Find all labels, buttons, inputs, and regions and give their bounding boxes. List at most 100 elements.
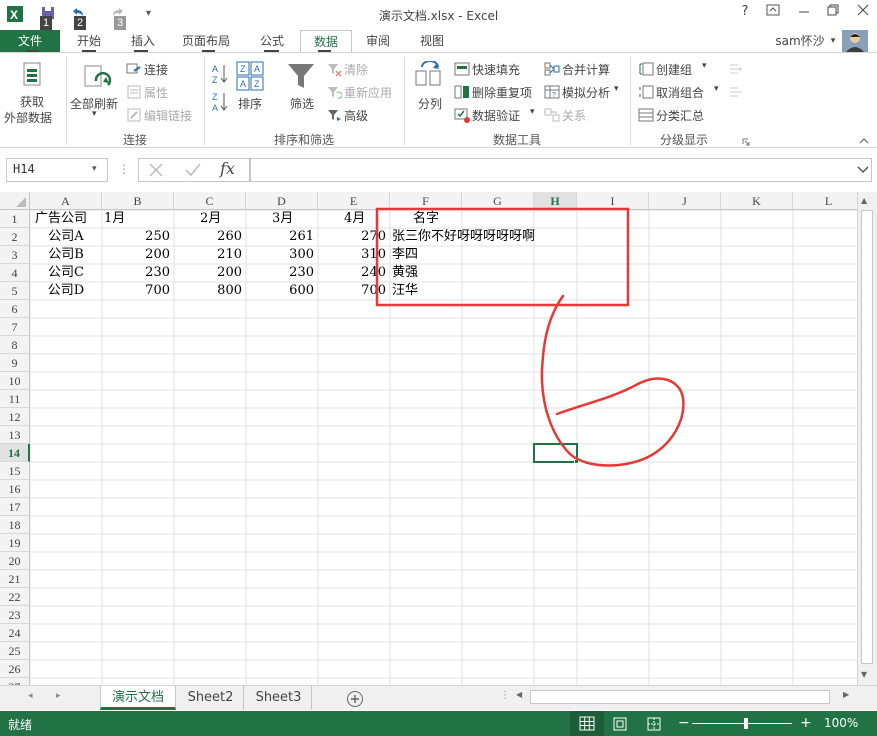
- group-sort-filter-label: 排序和筛选: [273, 133, 334, 147]
- page-break-view-icon[interactable]: [646, 717, 662, 731]
- ungroup-icon[interactable]: [638, 84, 654, 100]
- what-if-icon[interactable]: ?: [544, 84, 560, 100]
- cancel-icon[interactable]: [148, 162, 164, 178]
- collapse-ribbon-icon[interactable]: [858, 135, 870, 145]
- more-options-icon[interactable]: ⋮: [118, 162, 130, 176]
- refresh-all-icon[interactable]: [82, 63, 112, 93]
- sort-icon[interactable]: ZAAZ: [236, 61, 264, 91]
- group-outline-label: 分级显示: [659, 133, 708, 147]
- zoom-slider[interactable]: [692, 723, 792, 724]
- new-sheet-icon[interactable]: [346, 690, 364, 708]
- group-icon[interactable]: [638, 61, 654, 77]
- avatar[interactable]: [842, 30, 868, 52]
- scroll-down-icon[interactable]: ▼: [861, 670, 867, 679]
- status-ready: 就绪: [8, 718, 33, 732]
- user-name[interactable]: sam怀沙: [768, 30, 832, 52]
- filter-icon[interactable]: [286, 61, 316, 91]
- advanced-label[interactable]: 高级: [344, 107, 368, 124]
- subtotal-icon[interactable]: [638, 107, 654, 123]
- svg-text:A: A: [240, 79, 246, 89]
- ribbon-data: 获取 外部数据 全部刷新 ▾ 连接 属性 编辑链接 连接 AZ ZA ZAAZ: [0, 52, 877, 148]
- formula-bar: H14 ▾ ⋮ fx: [0, 158, 877, 184]
- sheet-tab-active[interactable]: 演示文档: [100, 686, 176, 710]
- properties-icon: [126, 84, 142, 100]
- horizontal-scroll-thumb[interactable]: [530, 690, 830, 704]
- svg-text:Z: Z: [240, 64, 246, 74]
- sort-az-icon[interactable]: AZ: [212, 63, 230, 85]
- what-if-chevron-down-icon[interactable]: ▾: [614, 84, 619, 94]
- scroll-up-icon[interactable]: ▲: [861, 196, 867, 205]
- group-data-tools-label: 数据工具: [492, 133, 541, 147]
- data-validation-label[interactable]: 数据验证: [472, 107, 520, 124]
- data-validation-chevron-down-icon[interactable]: ▾: [530, 107, 535, 117]
- properties-label: 属性: [144, 86, 169, 100]
- next-sheet-icon[interactable]: ▸: [56, 691, 61, 701]
- text-to-columns-label[interactable]: 分列: [418, 95, 442, 112]
- tab-review[interactable]: 审阅: [358, 30, 398, 52]
- ungroup-label[interactable]: 取消组合: [656, 84, 704, 101]
- flash-fill-icon[interactable]: [454, 61, 470, 77]
- vertical-scrollbar[interactable]: ▲ ▼: [857, 192, 877, 685]
- reapply-label: 重新应用: [344, 86, 393, 100]
- group-label[interactable]: 创建组: [656, 61, 692, 78]
- scroll-thumb[interactable]: [861, 210, 873, 664]
- what-if-label[interactable]: 模拟分析: [562, 84, 610, 101]
- minimize-icon[interactable]: [793, 4, 815, 24]
- insert-function-icon[interactable]: fx: [220, 159, 235, 178]
- svg-text:Z: Z: [212, 92, 218, 102]
- remove-duplicates-icon[interactable]: [454, 84, 470, 100]
- clear-icon: [326, 61, 342, 77]
- tab-insert[interactable]: 插入: [124, 30, 162, 52]
- name-box-chevron-down-icon[interactable]: ▾: [92, 164, 97, 174]
- tab-home[interactable]: 开始: [70, 30, 108, 52]
- expand-formula-chevron-down-icon[interactable]: [856, 162, 870, 176]
- advanced-filter-icon[interactable]: [326, 107, 342, 123]
- tab-view[interactable]: 视图: [412, 30, 452, 52]
- sort-label[interactable]: 排序: [238, 95, 262, 112]
- tab-split-icon[interactable]: ⋮: [500, 690, 510, 701]
- tab-formulas[interactable]: 公式: [254, 30, 290, 52]
- connections-label[interactable]: 连接: [144, 61, 168, 78]
- restore-icon[interactable]: [822, 4, 844, 24]
- zoom-in-icon[interactable]: +: [800, 715, 812, 731]
- get-external-data-label-2[interactable]: 外部数据: [4, 109, 52, 126]
- zoom-out-icon[interactable]: −: [678, 715, 690, 731]
- tab-file[interactable]: 文件: [0, 30, 60, 52]
- prev-sheet-icon[interactable]: ◂: [28, 691, 33, 701]
- get-external-data-icon[interactable]: [20, 59, 46, 89]
- get-external-data-label-1[interactable]: 获取: [20, 93, 44, 110]
- group-chevron-down-icon[interactable]: ▾: [702, 61, 707, 71]
- data-validation-icon[interactable]: [454, 107, 470, 123]
- hscroll-left-icon[interactable]: ◀: [516, 690, 522, 699]
- clear-label: 清除: [344, 63, 369, 77]
- title-bar: X 1 2 3 ▾ 演示文档.xlsx - Excel ?: [0, 0, 877, 30]
- formula-input[interactable]: [250, 158, 872, 182]
- filter-label[interactable]: 筛选: [290, 95, 314, 112]
- consolidate-icon[interactable]: [544, 61, 560, 77]
- hscroll-right-icon[interactable]: ▶: [843, 690, 849, 699]
- help-button[interactable]: ?: [734, 4, 756, 24]
- remove-duplicates-label[interactable]: 删除重复项: [472, 84, 532, 101]
- ungroup-chevron-down-icon[interactable]: ▾: [714, 84, 719, 94]
- page-layout-view-icon[interactable]: [612, 717, 628, 731]
- ribbon-display-icon[interactable]: [762, 4, 784, 24]
- consolidate-label[interactable]: 合并计算: [562, 61, 610, 78]
- zoom-level[interactable]: 100%: [824, 716, 858, 730]
- sheet-tab-2[interactable]: Sheet2: [178, 686, 244, 710]
- dialog-launcher-icon[interactable]: [742, 135, 750, 146]
- enter-icon[interactable]: [184, 162, 202, 178]
- connections-icon[interactable]: [126, 61, 142, 77]
- worksheet-grid[interactable]: ABCDEFGHIJKL 1 2 3 4 5 6 7 8 9 10 11 12 13 14 15 16 17 18…: [0, 192, 857, 685]
- text-to-columns-icon[interactable]: [414, 60, 444, 91]
- refresh-chevron-down-icon[interactable]: ▾: [92, 109, 97, 119]
- sheet-tab-3[interactable]: Sheet3: [246, 686, 312, 710]
- flash-fill-label[interactable]: 快速填充: [472, 61, 520, 78]
- normal-view-button[interactable]: [570, 711, 604, 736]
- tab-page-layout[interactable]: 页面布局: [176, 30, 236, 52]
- tab-data[interactable]: 数据: [300, 30, 352, 52]
- zoom-slider-thumb[interactable]: [744, 718, 748, 729]
- subtotal-label[interactable]: 分类汇总: [656, 107, 704, 124]
- sort-za-icon[interactable]: ZA: [212, 91, 230, 113]
- user-chevron-down-icon[interactable]: ▾: [828, 30, 838, 52]
- close-icon[interactable]: [852, 4, 874, 24]
